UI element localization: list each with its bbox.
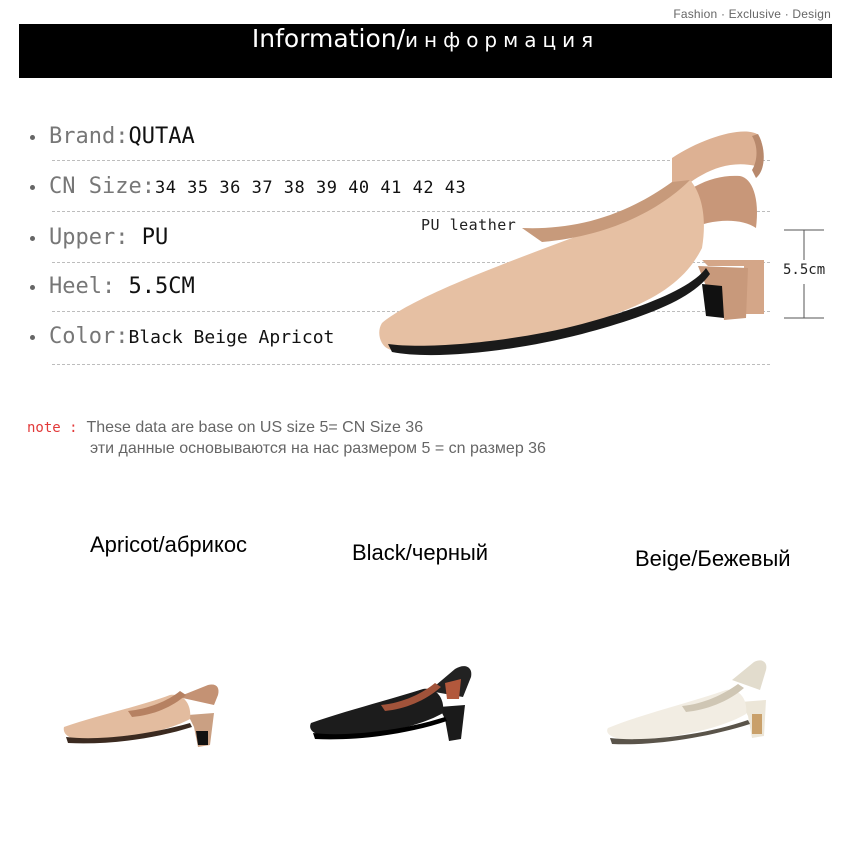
- banner-title-ru: информация: [405, 28, 600, 52]
- spec-label: CN Size:: [49, 174, 155, 199]
- main-shoe-image: [379, 131, 764, 356]
- spec-value: QUTAA: [128, 124, 195, 149]
- bullet-icon: [30, 184, 35, 190]
- apricot-shoe-image[interactable]: [58, 665, 228, 750]
- bullet-icon: [30, 134, 35, 140]
- note-line-en: These data are base on US size 5= CN Siz…: [86, 419, 424, 436]
- banner-title: Information/информация: [19, 24, 832, 78]
- spec-label: Brand:: [49, 124, 129, 149]
- material-label: PU leather: [421, 216, 517, 234]
- bullet-icon: [30, 284, 35, 290]
- spec-value: 5.5CM: [128, 274, 195, 299]
- bullet-icon: [30, 334, 35, 340]
- spec-value: PU: [141, 225, 169, 250]
- spec-value: Black Beige Apricot: [128, 327, 335, 348]
- brand-tagline: Fashion · Exclusive · Design: [673, 7, 831, 21]
- beige-shoe-image[interactable]: [602, 650, 782, 750]
- spec-heel: Heel: 5.5CM: [30, 274, 195, 304]
- note-tag: note :: [27, 420, 78, 436]
- spec-upper: Upper: PU: [30, 225, 168, 255]
- info-banner: Information/информация: [19, 24, 832, 78]
- bullet-icon: [30, 235, 35, 241]
- black-shoe-image[interactable]: [305, 655, 485, 745]
- banner-title-en: Information/: [251, 24, 406, 53]
- spec-label: Heel:: [49, 274, 129, 299]
- size-note: note : These data are base on US size 5=…: [27, 419, 423, 437]
- spec-label: Color:: [49, 324, 129, 349]
- spec-label: Upper:: [49, 225, 142, 250]
- note-line-ru: эти данные основываются на нас размером …: [90, 440, 546, 457]
- color-name-beige: Beige/Бежевый: [635, 546, 791, 571]
- spec-color: Color:Black Beige Apricot: [30, 324, 334, 354]
- spec-brand: Brand:QUTAA: [30, 124, 195, 154]
- color-name-black: Black/черный: [352, 540, 489, 565]
- heel-height-label: 5.5cm: [783, 262, 826, 278]
- color-name-apricot: Apricot/абрикос: [90, 532, 248, 557]
